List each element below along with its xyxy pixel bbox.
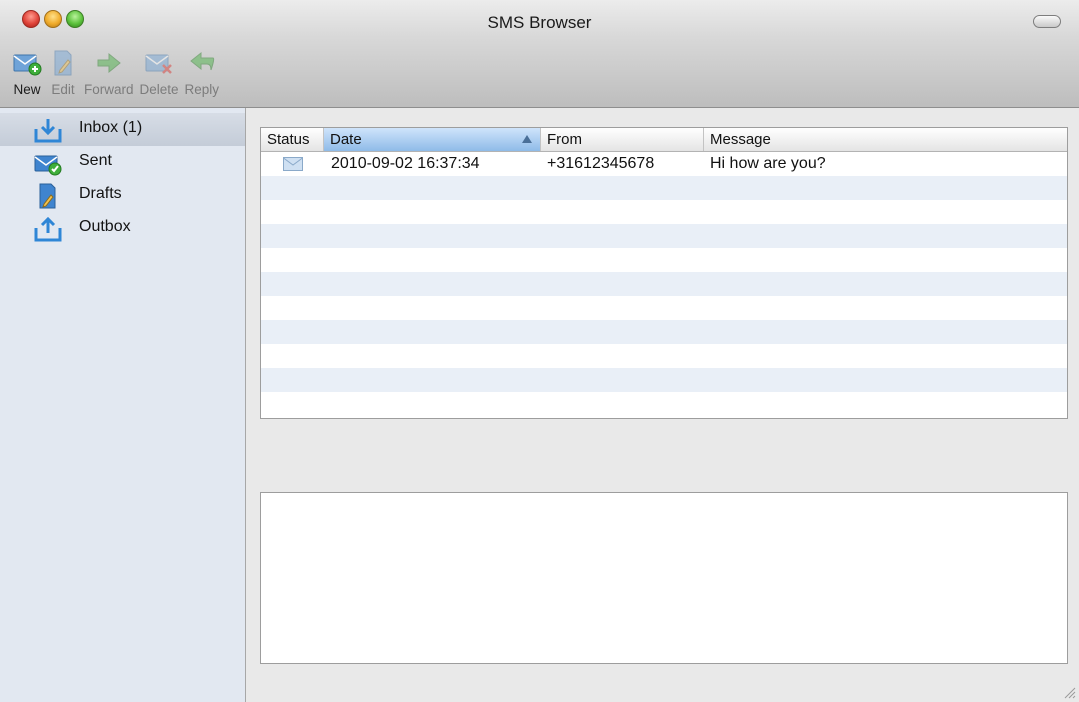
sidebar-item-sent[interactable]: Sent <box>0 146 245 179</box>
reply-button[interactable]: Reply <box>184 48 220 104</box>
edit-button-label: Edit <box>51 82 75 97</box>
empty-row <box>261 320 1067 344</box>
drafts-icon <box>39 183 56 209</box>
date-cell: 2010-09-02 16:37:34 <box>331 155 480 172</box>
sidebar-item-label: Inbox (1) <box>79 119 143 136</box>
edit-button[interactable]: Edit <box>48 48 78 104</box>
forward-button[interactable]: Forward <box>84 48 134 104</box>
message-preview-pane[interactable] <box>260 492 1068 664</box>
delete-button-label: Delete <box>139 82 179 97</box>
column-header-from[interactable]: From <box>541 128 704 151</box>
new-message-icon <box>13 54 42 76</box>
sms-browser-window: SMS Browser New Edit Forward Delete Repl… <box>0 0 1079 702</box>
new-button-label: New <box>13 82 41 97</box>
delete-icon <box>145 54 172 74</box>
sidebar-item-drafts[interactable]: Drafts <box>0 179 245 212</box>
column-header-status[interactable]: Status <box>261 128 324 151</box>
column-header-date-label: Date <box>330 131 362 148</box>
sidebar-item-label: Outbox <box>79 218 131 235</box>
message-cell: Hi how are you? <box>710 155 826 172</box>
sidebar-item-label: Drafts <box>79 185 122 202</box>
empty-row <box>261 176 1067 200</box>
forward-button-label: Forward <box>84 82 134 97</box>
table-header: Status Date From Message <box>261 128 1067 152</box>
message-table[interactable]: Status Date From Message 2010-09-02 16:3… <box>260 127 1068 419</box>
envelope-icon <box>283 157 303 171</box>
forward-icon <box>97 52 121 74</box>
reply-button-label: Reply <box>184 82 220 97</box>
sidebar-item-inbox[interactable]: Inbox (1) <box>0 113 245 146</box>
sidebar-item-outbox[interactable]: Outbox <box>0 212 245 245</box>
window-title: SMS Browser <box>487 13 592 32</box>
empty-row <box>261 296 1067 320</box>
delete-button[interactable]: Delete <box>140 48 179 104</box>
column-header-date[interactable]: Date <box>324 128 541 151</box>
reply-icon <box>189 51 214 71</box>
outbox-icon <box>34 216 62 242</box>
sidebar-item-label: Sent <box>79 152 112 169</box>
sort-ascending-icon <box>522 135 532 143</box>
empty-row <box>261 272 1067 296</box>
empty-row <box>261 200 1067 224</box>
empty-row <box>261 344 1067 368</box>
toolbar-toggle-button[interactable] <box>1033 15 1061 28</box>
toolbar: New Edit Forward Delete Reply <box>12 48 225 104</box>
inbox-icon <box>34 119 62 143</box>
resize-grip-icon[interactable] <box>1062 685 1076 699</box>
table-row[interactable]: 2010-09-02 16:37:34 +31612345678 Hi how … <box>261 152 1067 176</box>
new-button[interactable]: New <box>12 48 42 104</box>
empty-row <box>261 224 1067 248</box>
empty-row <box>261 248 1067 272</box>
main-pane: Status Date From Message 2010-09-02 16:3… <box>246 108 1079 702</box>
edit-icon <box>54 50 72 76</box>
empty-row <box>261 392 1067 416</box>
empty-row <box>261 368 1067 392</box>
from-cell: +31612345678 <box>547 155 655 172</box>
title-bar: SMS Browser New Edit Forward Delete Repl… <box>0 0 1079 108</box>
mailbox-sidebar: Inbox (1) Sent Drafts Outbox <box>0 108 246 702</box>
sent-icon <box>34 155 62 176</box>
column-header-message[interactable]: Message <box>704 128 1067 151</box>
